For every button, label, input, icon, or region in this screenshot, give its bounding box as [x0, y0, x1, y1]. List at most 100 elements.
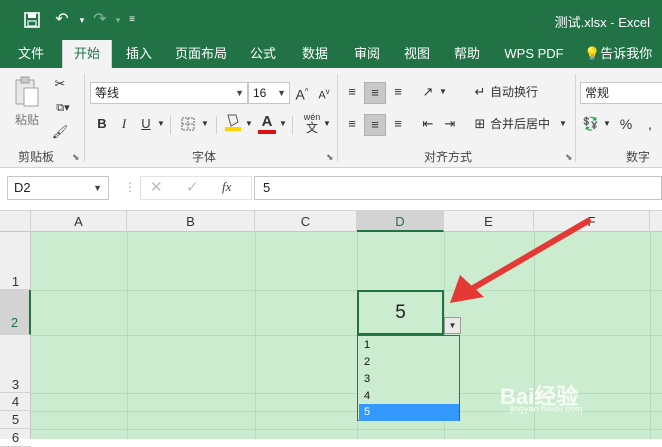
divider	[170, 116, 171, 134]
save-icon[interactable]	[20, 8, 44, 32]
clipboard-launcher-icon[interactable]: ⬊	[72, 152, 80, 163]
copy-icon[interactable]: ⧉▾	[50, 98, 76, 120]
wrap-text-icon[interactable]: ↵	[472, 82, 488, 104]
document-title: 测试.xlsx - Excel	[554, 15, 650, 30]
insert-function-button[interactable]: fx	[222, 179, 231, 195]
accounting-format-icon[interactable]: 💱	[582, 114, 600, 136]
paste-label: 粘贴	[14, 113, 39, 127]
customize-qat-icon[interactable]: ≡	[120, 8, 144, 32]
grow-font-button[interactable]: A^	[294, 82, 310, 104]
phonetic-bottom: 文	[305, 121, 318, 135]
column-header-b[interactable]: B	[127, 211, 255, 232]
merge-center-button[interactable]: 合并后居中	[490, 114, 558, 136]
align-left-icon[interactable]: ≡	[342, 114, 362, 136]
ribbon-tabs: 文件 开始 插入 页面布局 公式 数据 审阅 视图 帮助 WPS PDF 💡告诉…	[0, 40, 662, 89]
cut-icon[interactable]: ✂	[50, 74, 70, 96]
alignment-group-label: 对齐方式	[424, 150, 473, 164]
number-format-value: 常规	[585, 86, 610, 100]
paste-button[interactable]: 粘贴	[10, 76, 44, 132]
tab-formulas[interactable]: 公式	[240, 40, 286, 68]
column-header-d[interactable]: D	[357, 211, 444, 232]
shrink-font-button[interactable]: Av	[316, 82, 332, 104]
align-right-icon[interactable]: ≡	[388, 114, 408, 136]
cancel-icon[interactable]: ✕	[150, 178, 163, 196]
tab-file[interactable]: 文件	[8, 40, 54, 68]
chevron-down-icon[interactable]: ▼	[278, 114, 288, 136]
format-painter-icon[interactable]: 🖌	[50, 122, 70, 144]
chevron-down-icon[interactable]: ▼	[244, 114, 254, 136]
grow-font-icon: A	[295, 86, 305, 103]
font-launcher-icon[interactable]: ⬊	[326, 152, 334, 163]
row-header-6[interactable]: 6	[0, 429, 31, 447]
tab-page-layout[interactable]: 页面布局	[168, 40, 234, 68]
validation-dropdown-button[interactable]: ▼	[444, 317, 461, 334]
align-middle-icon[interactable]: ≡	[364, 82, 386, 104]
chevron-down-icon[interactable]: ▼	[602, 114, 612, 136]
orientation-icon[interactable]: ↗	[418, 82, 438, 104]
decrease-indent-icon[interactable]: ⇤	[418, 114, 438, 136]
chevron-down-icon[interactable]: ▼	[558, 114, 568, 136]
chevron-down-icon: ▼	[277, 88, 286, 98]
tab-help[interactable]: 帮助	[444, 40, 490, 68]
wrap-text-button[interactable]: 自动换行	[490, 82, 546, 104]
name-box[interactable]: D2 ▼	[7, 176, 109, 200]
column-header-c[interactable]: C	[255, 211, 357, 232]
borders-icon[interactable]	[178, 114, 198, 136]
bold-button[interactable]: B	[94, 114, 110, 136]
tab-wps-pdf[interactable]: WPS PDF	[500, 40, 568, 68]
group-divider	[337, 74, 338, 162]
dropdown-option-selected[interactable]: 5	[359, 404, 459, 421]
underline-button[interactable]: U	[138, 114, 154, 136]
font-size-combo[interactable]: 16 ▼	[248, 82, 290, 104]
phonetic-guide-button[interactable]: wén 文	[300, 112, 324, 135]
tab-home[interactable]: 开始	[62, 40, 112, 68]
font-color-button[interactable]: A	[258, 112, 276, 134]
tab-tell-me[interactable]: 💡告诉我你想	[584, 40, 662, 89]
worksheet-grid[interactable]: A B C D E F 1 2 3 4 5 6 5 ▼ 1 2 3 4 5 Ba…	[0, 211, 662, 447]
tab-insert[interactable]: 插入	[116, 40, 162, 68]
column-header-a[interactable]: A	[31, 211, 127, 232]
chevron-down-icon: ▼	[235, 88, 244, 98]
comma-style-icon[interactable]: ,	[640, 114, 660, 136]
formula-input[interactable]: 5	[254, 176, 662, 200]
chevron-down-icon: ▼	[93, 183, 102, 193]
align-center-icon[interactable]: ≡	[364, 114, 386, 136]
active-cell-d2[interactable]: 5	[357, 290, 444, 335]
tab-data[interactable]: 数据	[292, 40, 338, 68]
increase-indent-icon[interactable]: ⇥	[440, 114, 460, 136]
dropdown-option[interactable]: 2	[359, 354, 459, 371]
row-header-2[interactable]: 2	[0, 290, 31, 335]
formula-bar: D2 ▼ ⋮ ✕ ✓ fx 5	[0, 168, 662, 211]
enter-check-icon[interactable]: ✓	[186, 178, 199, 196]
chevron-down-icon[interactable]: ▼	[200, 114, 210, 136]
select-all-corner[interactable]	[0, 211, 31, 232]
dropdown-option[interactable]: 4	[359, 388, 459, 405]
chevron-down-icon: ▼	[448, 321, 457, 330]
align-bottom-icon[interactable]: ≡	[388, 82, 408, 104]
number-format-combo[interactable]: 常规	[580, 82, 662, 104]
chevron-down-icon[interactable]: ▼	[322, 114, 332, 136]
row-header-5[interactable]: 5	[0, 411, 31, 429]
align-top-icon[interactable]: ≡	[342, 82, 362, 104]
shrink-font-icon: A	[318, 89, 326, 102]
percent-button[interactable]: %	[616, 114, 636, 136]
name-box-value: D2	[14, 180, 31, 195]
chevron-down-icon[interactable]: ▼	[156, 114, 166, 136]
row-header-4[interactable]: 4	[0, 393, 31, 411]
font-name-combo[interactable]: 等线 ▼	[90, 82, 248, 104]
gridline	[31, 335, 662, 336]
tab-view[interactable]: 视图	[394, 40, 440, 68]
row-header-1[interactable]: 1	[0, 232, 31, 290]
merge-center-icon[interactable]: ⊞	[472, 114, 488, 136]
row-header-3[interactable]: 3	[0, 335, 31, 393]
dropdown-option[interactable]: 3	[359, 371, 459, 388]
tab-review[interactable]: 审阅	[344, 40, 390, 68]
group-divider	[84, 74, 85, 162]
italic-button[interactable]: I	[116, 114, 132, 136]
alignment-launcher-icon[interactable]: ⬊	[565, 152, 573, 163]
dropdown-option[interactable]: 1	[359, 337, 459, 354]
fill-color-icon[interactable]	[222, 112, 244, 134]
chevron-down-icon[interactable]: ▼	[438, 82, 448, 104]
font-name-value: 等线	[95, 86, 120, 100]
annotation-arrow-icon	[450, 218, 591, 303]
